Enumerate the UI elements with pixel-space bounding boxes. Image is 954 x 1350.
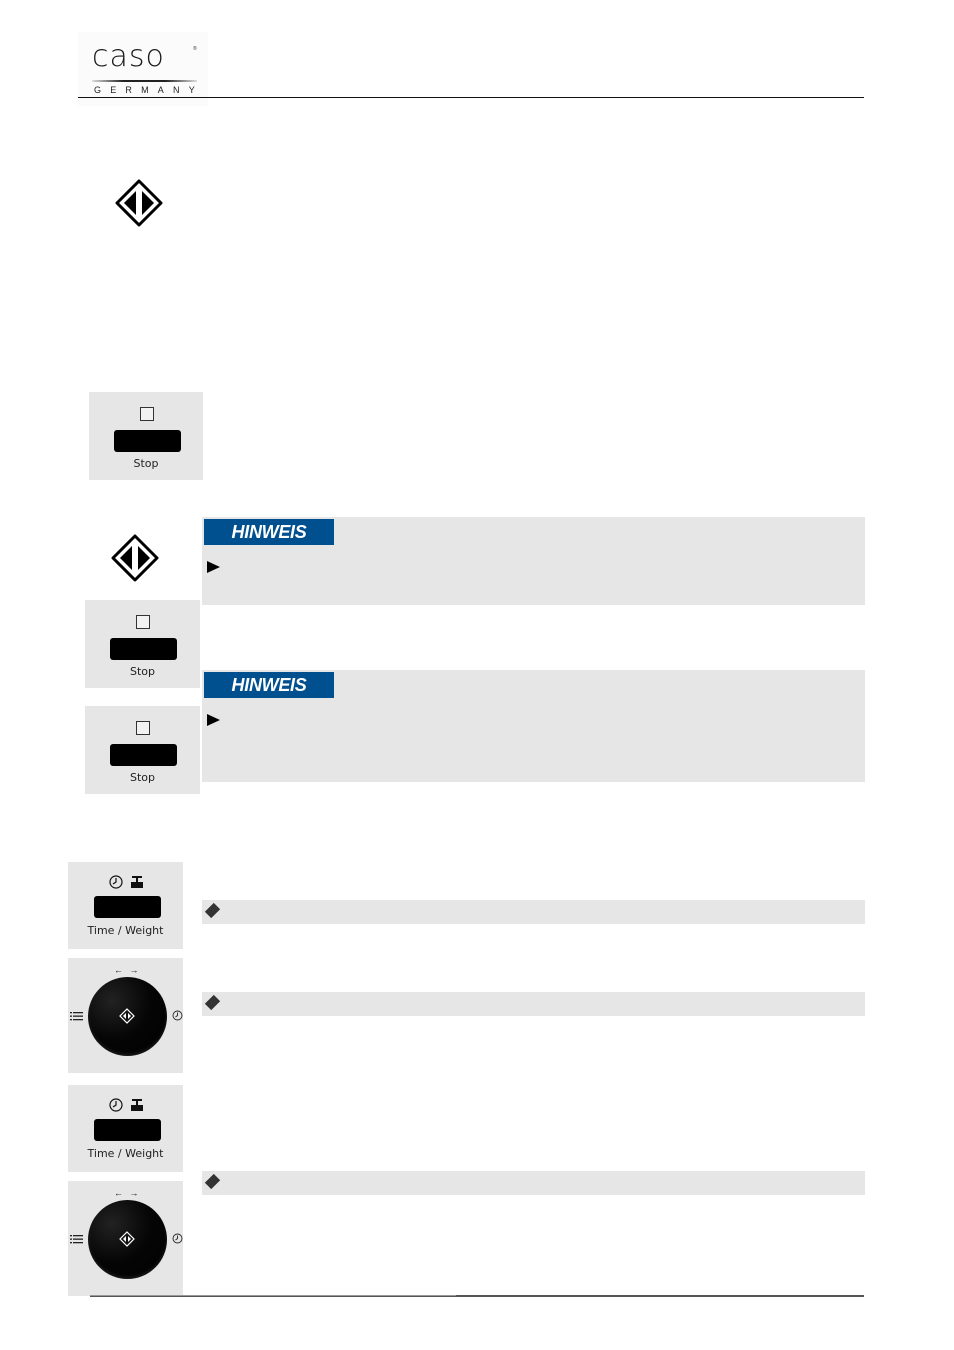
rotate-arrows-icon: ← → <box>114 1188 141 1198</box>
clock-icon <box>109 1098 123 1112</box>
list-icon <box>70 1012 83 1021</box>
time-weight-icons <box>108 874 148 895</box>
logo-wordmark: caso <box>92 39 165 74</box>
diamond-bullet-icon <box>204 902 221 919</box>
hinweis-tag: HINWEIS <box>204 672 334 698</box>
stop-square-icon <box>136 721 150 735</box>
logo-subtitle: GERMANY <box>94 85 204 95</box>
logo-rule <box>92 80 197 82</box>
bullet-bar <box>202 900 865 924</box>
stop-square-icon <box>140 407 154 421</box>
weight-icon <box>131 876 143 888</box>
stop-button-panel: Stop <box>85 706 200 794</box>
start-diamond-icon <box>119 1231 135 1247</box>
time-weight-label: Time / Weight <box>87 1147 164 1160</box>
stop-button-panel: Stop <box>89 392 203 480</box>
start-diamond-icon <box>114 179 164 227</box>
rotary-knob-panel: ← → <box>68 958 183 1073</box>
triangle-right-icon <box>207 561 220 573</box>
bullet-bar <box>202 1171 865 1195</box>
stop-label: Stop <box>133 457 159 470</box>
time-weight-button[interactable] <box>94 1119 161 1141</box>
time-weight-panel: Time / Weight <box>68 1085 183 1172</box>
caso-logo: caso ® GERMANY <box>78 32 208 106</box>
hinweis-tag: HINWEIS <box>204 519 334 545</box>
stop-square-icon <box>136 615 150 629</box>
time-weight-panel: Time / Weight <box>68 862 183 949</box>
header-divider <box>78 97 864 98</box>
hinweis-note: HINWEIS <box>202 517 865 605</box>
stop-button[interactable] <box>110 744 177 766</box>
stop-button[interactable] <box>110 638 177 660</box>
triangle-right-icon <box>207 714 220 726</box>
hinweis-note: HINWEIS <box>202 670 865 782</box>
clock-icon <box>172 1010 183 1021</box>
stop-label: Stop <box>129 771 155 784</box>
time-weight-button[interactable] <box>94 896 161 918</box>
rotate-arrows-icon: ← → <box>114 965 141 975</box>
rotary-knob[interactable] <box>88 1200 167 1279</box>
time-weight-label: Time / Weight <box>87 924 164 937</box>
stop-button[interactable] <box>114 430 181 452</box>
footer-divider-light <box>90 1295 456 1296</box>
stop-button-panel: Stop <box>85 600 200 688</box>
diamond-bullet-icon <box>204 994 221 1011</box>
weight-icon <box>131 1099 143 1111</box>
start-diamond-icon <box>110 534 160 582</box>
time-weight-icons <box>108 1097 148 1118</box>
footer-divider <box>90 1295 864 1297</box>
rotary-knob-panel: ← → <box>68 1181 183 1296</box>
stop-label: Stop <box>129 665 155 678</box>
logo-registered-mark: ® <box>193 46 197 52</box>
bullet-bar <box>202 992 865 1016</box>
rotary-knob[interactable] <box>88 977 167 1056</box>
start-diamond-icon <box>119 1008 135 1024</box>
list-icon <box>70 1235 83 1244</box>
clock-icon <box>172 1233 183 1244</box>
clock-icon <box>109 875 123 889</box>
diamond-bullet-icon <box>204 1173 221 1190</box>
